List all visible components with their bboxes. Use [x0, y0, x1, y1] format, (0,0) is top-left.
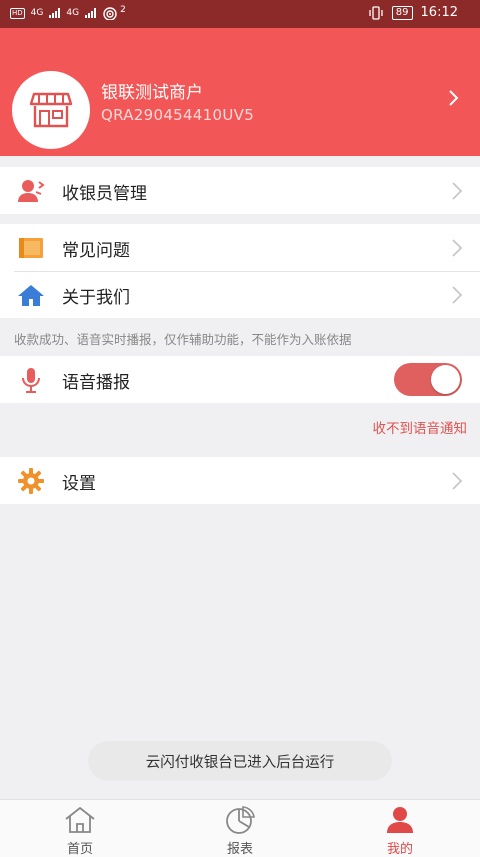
signal-icon-2 [85, 8, 97, 18]
tab-report[interactable]: 报表 [160, 800, 320, 857]
cashier-label: 收银员管理 [62, 184, 147, 204]
gear-icon [17, 468, 45, 494]
faq-label: 常见问题 [62, 241, 130, 261]
settings-label: 设置 [62, 474, 96, 494]
menu-item-faq[interactable]: 常见问题 [0, 224, 480, 271]
voice-notice-text: 收款成功、语音实时播报，仅作辅助功能，不能作为入账依据 [14, 332, 352, 347]
status-bar: HD 4G 4G 2 89 16:12 [0, 0, 480, 28]
status-right: 89 16:12 [368, 5, 458, 20]
merchant-name: 银联测试商户 [101, 83, 203, 103]
tab-mine[interactable]: 我的 [320, 800, 480, 857]
merchant-header[interactable]: 银联测试商户 QRA290454410UV5 [0, 28, 480, 156]
chevron-right-icon [452, 182, 463, 200]
toggle-knob [431, 365, 460, 394]
voice-label: 语音播报 [62, 373, 130, 393]
menu-item-about[interactable]: 关于我们 [0, 271, 480, 318]
bottom-tab-bar: 首页 报表 我的 [0, 799, 480, 857]
hotspot-icon [103, 7, 117, 20]
tab-home-label: 首页 [66, 842, 93, 857]
menu-item-cashier[interactable]: 收银员管理 [0, 167, 480, 214]
no-voice-notification-link[interactable]: 收不到语音通知 [373, 417, 468, 437]
tab-home[interactable]: 首页 [0, 800, 160, 857]
house-icon [17, 282, 45, 308]
toast-message: 云闪付收银台已进入后台运行 [88, 741, 392, 781]
book-icon [17, 235, 45, 261]
voice-toggle[interactable] [394, 363, 462, 396]
hd-badge: HD [10, 7, 25, 19]
store-icon [29, 92, 73, 128]
chevron-right-icon[interactable] [448, 89, 460, 107]
chevron-right-icon [452, 239, 463, 257]
home-icon [65, 806, 95, 833]
menu-item-settings[interactable]: 设置 [0, 457, 480, 504]
merchant-id: QRA290454410UV5 [101, 106, 255, 124]
vibrate-icon [369, 5, 383, 20]
signal-icon [49, 8, 61, 18]
tab-mine-label: 我的 [386, 842, 413, 857]
merchant-avatar [12, 71, 90, 149]
row-divider [14, 271, 480, 272]
status-left: HD 4G 4G 2 [10, 5, 126, 20]
network-label-1: 4G [30, 8, 44, 18]
hotspot-count: 2 [120, 5, 126, 15]
about-label: 关于我们 [62, 288, 130, 308]
tab-report-label: 报表 [226, 842, 253, 857]
pie-chart-icon [226, 806, 255, 834]
chevron-right-icon [452, 286, 463, 304]
chevron-right-icon [452, 472, 463, 490]
user-icon [387, 807, 413, 833]
microphone-icon [17, 367, 45, 393]
menu-item-voice[interactable]: 语音播报 [0, 356, 480, 403]
battery-indicator: 89 [391, 5, 413, 20]
network-label-2: 4G [66, 8, 80, 18]
clock: 16:12 [420, 5, 458, 20]
cashier-icon [17, 178, 45, 204]
